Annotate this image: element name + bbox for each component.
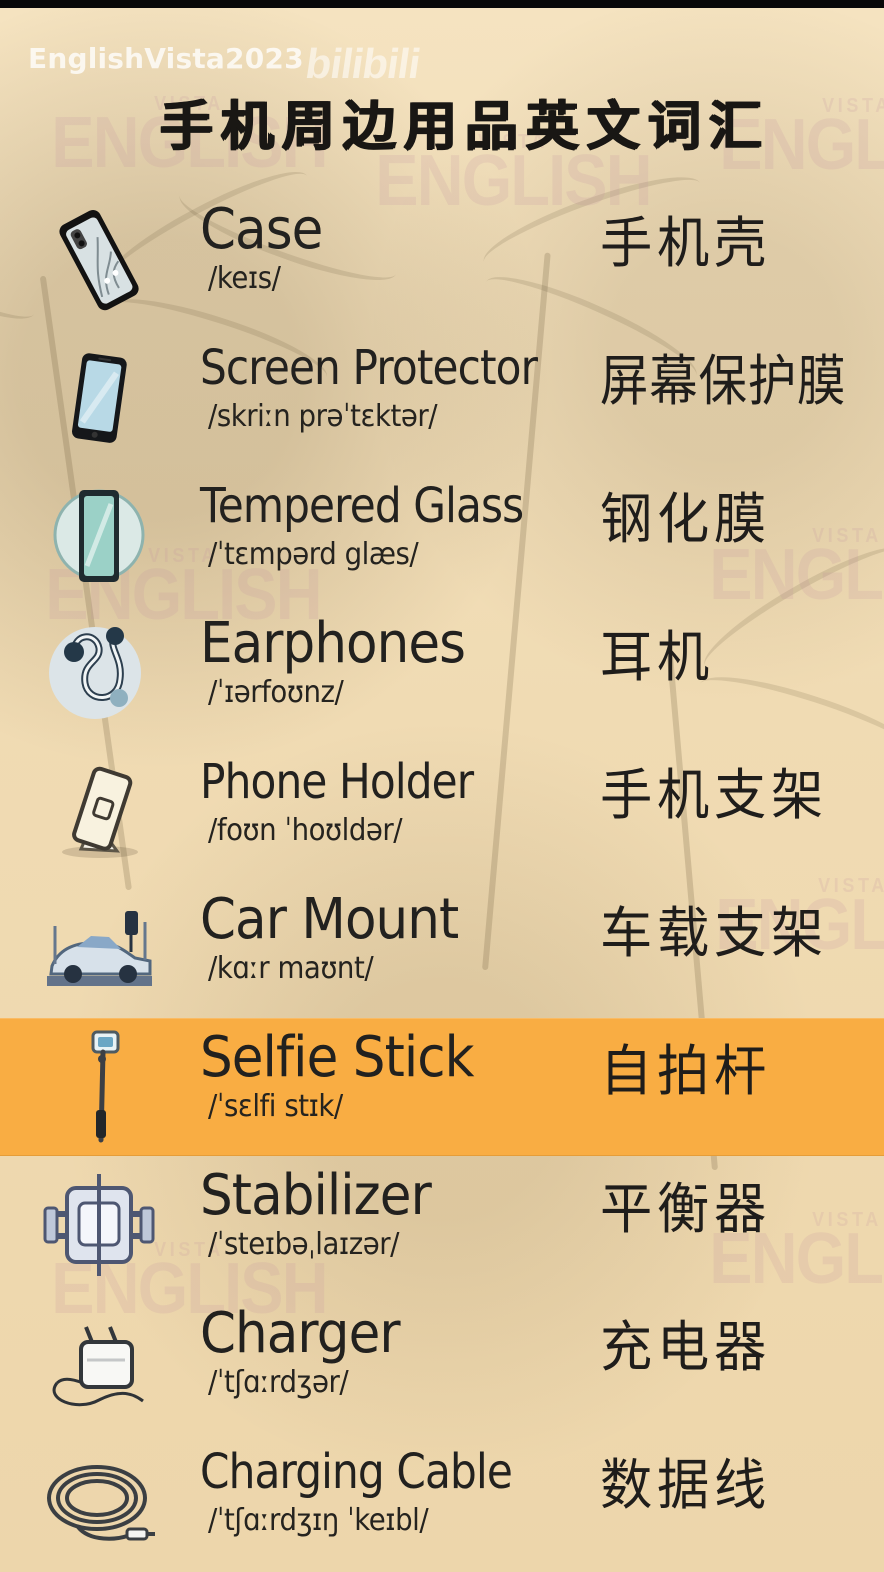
english-term: Selfie Stick: [200, 1025, 475, 1090]
charging-cable-icon: [36, 1444, 162, 1558]
vocab-row-charging-cable: Charging Cable /ˈtʃɑːrdʒɪŋ ˈkeɪbl/ 数据线: [0, 1432, 884, 1570]
vocab-row-earphones: Earphones /ˈɪərfoʊnz/ 耳机: [0, 604, 884, 742]
phonetic-transcription: /ˈɪərfoʊnz/: [208, 675, 344, 710]
phonetic-transcription: /skriːn prəˈtɛktər/: [208, 399, 438, 434]
english-term: Tempered Glass: [200, 478, 524, 534]
chinese-translation: 平衡器: [600, 1177, 772, 1241]
bilibili-logo: bilibili: [302, 40, 423, 87]
chinese-translation: 钢化膜: [600, 487, 772, 551]
chinese-translation: 数据线: [600, 1453, 772, 1517]
english-term: Charger: [200, 1301, 401, 1366]
english-term: Stabilizer: [200, 1163, 432, 1228]
smartphone-icon: [36, 340, 162, 454]
english-term: Phone Holder: [200, 754, 474, 810]
tempered-glass-icon: [36, 478, 162, 592]
chinese-translation: 耳机: [600, 625, 715, 689]
charger-icon: [36, 1306, 162, 1420]
phonetic-transcription: /ˈsteɪbəˌlaɪzər/: [208, 1227, 400, 1262]
phonetic-transcription: /ˈsɛlfi stɪk/: [208, 1089, 343, 1124]
chinese-translation: 手机壳: [600, 211, 772, 275]
english-term: Car Mount: [200, 887, 459, 952]
chinese-translation: 手机支架: [600, 763, 829, 827]
chinese-translation: 屏幕保护膜: [600, 349, 847, 413]
car-mount-icon: [36, 892, 162, 1006]
phonetic-transcription: /foʊn ˈhoʊldər/: [208, 813, 403, 848]
vocab-row-charger: Charger /ˈtʃɑːrdʒər/ 充电器: [0, 1294, 884, 1432]
vocab-row-phone-holder: Phone Holder /foʊn ˈhoʊldər/ 手机支架: [0, 742, 884, 880]
english-term: Earphones: [200, 611, 466, 676]
phone-case-icon: [36, 202, 162, 316]
chinese-translation: 自拍杆: [600, 1039, 772, 1103]
earphones-icon: [36, 616, 162, 730]
chinese-translation: 充电器: [600, 1315, 772, 1379]
phonetic-transcription: /ˈtʃɑːrdʒər/: [208, 1365, 349, 1400]
english-term: Charging Cable: [200, 1444, 513, 1500]
phonetic-transcription: /ˈtʃɑːrdʒɪŋ ˈkeɪbl/: [208, 1503, 429, 1538]
vocab-row-case: Case /keɪs/ 手机壳: [0, 190, 884, 328]
vocab-row-car-mount: Car Mount /kɑːr maʊnt/ 车载支架: [0, 880, 884, 1018]
phonetic-transcription: /kɑːr maʊnt/: [208, 951, 374, 986]
phonetic-transcription: /ˈtɛmpərd glæs/: [208, 537, 419, 572]
vocab-row-selfie-stick: Selfie Stick /ˈsɛlfi stɪk/ 自拍杆: [0, 1018, 884, 1156]
selfie-stick-icon: [36, 1030, 162, 1144]
phonetic-transcription: /keɪs/: [208, 261, 281, 296]
vocabulary-page: VISTAENGLISH VISTAENGLISH VISTAENGLISH V…: [0, 0, 884, 1572]
vocab-row-stabilizer: Stabilizer /ˈsteɪbəˌlaɪzər/ 平衡器: [0, 1156, 884, 1294]
vocab-row-tempered-glass: Tempered Glass /ˈtɛmpərd glæs/ 钢化膜: [0, 466, 884, 604]
vocab-row-screen-protector: Screen Protector /skriːn prəˈtɛktər/ 屏幕保…: [0, 328, 884, 466]
page-title: 手机周边用品英文词汇: [159, 96, 769, 157]
vocabulary-list: Case /keɪs/ 手机壳 Screen Protector /skriːn…: [0, 190, 884, 1572]
chinese-translation: 车载支架: [600, 901, 829, 965]
stabilizer-icon: [36, 1168, 162, 1282]
english-term: Case: [200, 197, 323, 262]
source-label: EnglishVista2023: [28, 42, 304, 75]
english-term: Screen Protector: [200, 340, 538, 396]
top-black-bar: [0, 0, 884, 8]
phone-holder-icon: [36, 754, 162, 868]
